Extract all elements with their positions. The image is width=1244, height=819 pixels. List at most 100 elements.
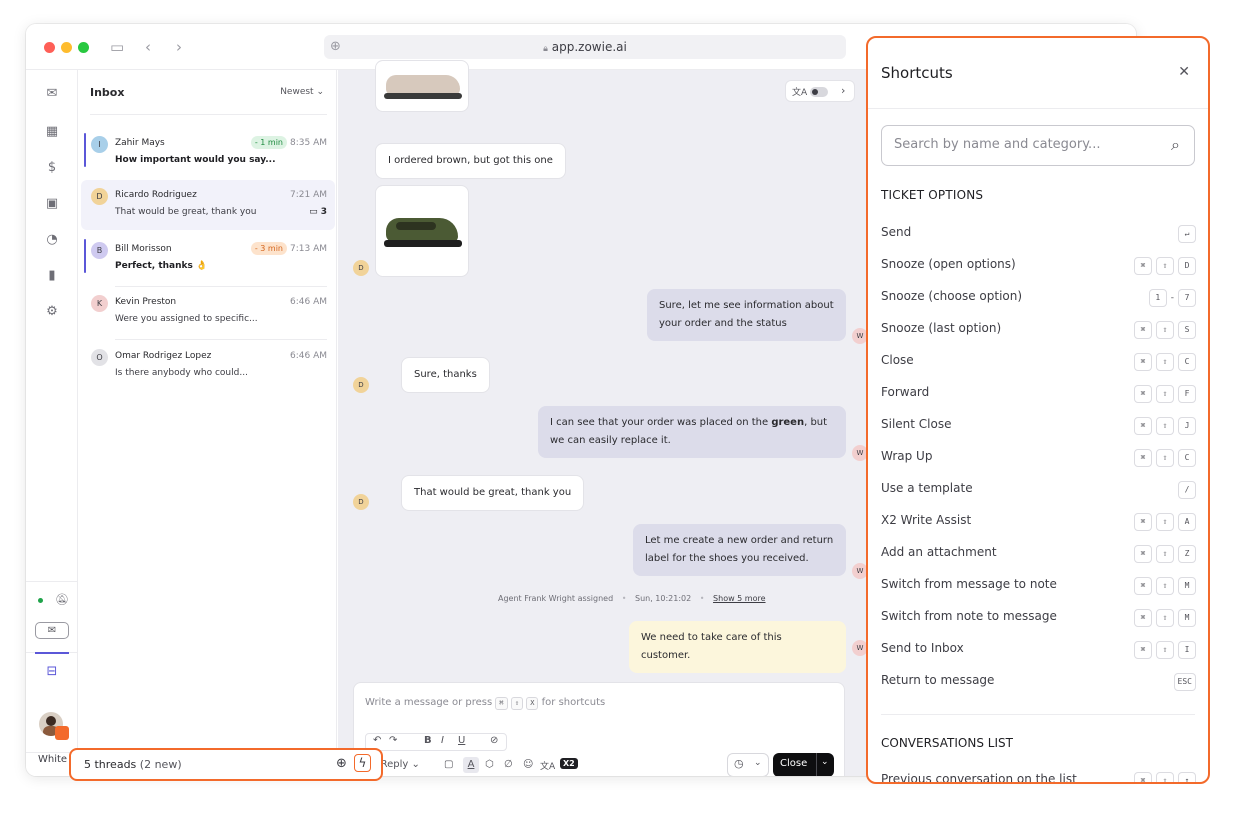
bold-icon[interactable]: B (424, 735, 432, 746)
threads-count: 5 threads (2 new) (84, 758, 182, 771)
close-ticket-button[interactable]: Close ⌄ (773, 753, 834, 776)
thread-item[interactable]: O Omar Rodrigez Lopez 6:46 AM Is there a… (81, 341, 335, 391)
underline-icon[interactable]: U (458, 735, 465, 746)
thread-avatar: B (91, 242, 108, 259)
attachment-icon[interactable]: ∅ (504, 759, 513, 770)
key: ⌘ (1134, 772, 1152, 782)
shoe-sole-shape (384, 240, 462, 247)
product-image[interactable] (375, 185, 469, 277)
sort-label: Newest (280, 87, 314, 97)
settings-icon[interactable]: ⚙ (42, 302, 62, 322)
shortcut-label: Send (881, 225, 912, 239)
unread-indicator (84, 239, 86, 273)
close-label: Close (780, 758, 808, 769)
header-divider (868, 108, 1208, 109)
dashboard-icon[interactable]: ▦ (42, 122, 62, 142)
shortcut-row: Snooze (last option) ⌘ ⇧ S (881, 321, 1196, 341)
x2-assist-button[interactable]: X2 (560, 758, 578, 769)
thread-item[interactable]: I Zahir Mays - 1 min 8:35 AM How importa… (81, 128, 335, 178)
shortcut-label: Close (881, 353, 914, 367)
note-icon[interactable]: ▢ (444, 759, 453, 770)
italic-icon[interactable]: I (441, 735, 444, 746)
shortcut-row: Add an attachment ⌘ ⇧ Z (881, 545, 1196, 565)
minimize-window-dot[interactable] (61, 42, 72, 53)
system-event: Agent Frank Wright assigned • Sun, 10:21… (498, 594, 766, 603)
key: ⌘ (1134, 609, 1152, 627)
clock-icon: ◷ (734, 757, 744, 770)
sort-dropdown[interactable]: Newest ⌄ (280, 87, 324, 97)
close-window-dot[interactable] (44, 42, 55, 53)
back-icon[interactable]: ‹ (145, 38, 151, 56)
contacts-icon[interactable]: ▣ (42, 194, 62, 214)
workspace-label[interactable]: White (38, 754, 67, 765)
key: ⇧ (1156, 449, 1174, 467)
thread-item[interactable]: B Bill Morisson - 3 min 7:13 AM Perfect,… (81, 234, 335, 287)
composer-placeholder[interactable]: Write a message or press ⌘ ⇧ X for short… (365, 697, 605, 710)
chevron-right-icon[interactable]: › (841, 84, 845, 97)
speedometer-icon[interactable]: ◔ (42, 230, 62, 250)
key: ⌘ (1134, 257, 1152, 275)
thread-item[interactable]: K Kevin Preston 6:46 AM Were you assigne… (81, 287, 335, 340)
translate-icon[interactable]: 文A (540, 759, 555, 772)
translate-toggle[interactable]: 文A › (785, 80, 855, 102)
x-key: X (526, 697, 539, 710)
shortcut-label: Forward (881, 385, 930, 399)
product-icon[interactable]: ⬡ (485, 759, 494, 770)
mail-status-icon[interactable]: ✉ (35, 622, 69, 639)
snooze-button[interactable]: ◷ ⌄ (727, 753, 769, 776)
shortcuts-panel: Shortcuts ✕ Search by name and category.… (866, 36, 1210, 784)
undo-icon[interactable]: ↶ (373, 735, 381, 746)
analytics-icon[interactable]: ▮ (42, 266, 62, 286)
text-color-icon[interactable]: A (463, 757, 479, 773)
forward-icon[interactable]: › (176, 38, 182, 56)
agent-message-emphasis: green (771, 417, 805, 428)
close-icon[interactable]: ✕ (1178, 64, 1190, 80)
inbox-active-indicator (35, 652, 69, 654)
shortcut-search-input[interactable]: Search by name and category... ⌕ (881, 125, 1195, 166)
enter-key: ↵ (1178, 225, 1196, 243)
message-composer[interactable]: Write a message or press ⌘ ⇧ X for short… (353, 682, 845, 776)
key: ⌘ (1134, 417, 1152, 435)
thread-time: 6:46 AM (290, 351, 327, 361)
show-more-link[interactable]: Show 5 more (713, 594, 765, 603)
key: I (1178, 641, 1196, 659)
sidebar-toggle-icon[interactable]: ▭ (110, 38, 124, 56)
shortcuts-lightning-icon[interactable]: ϟ (354, 754, 371, 772)
chevron-down-icon[interactable]: ⌄ (821, 757, 829, 767)
rail-divider (26, 581, 78, 582)
redo-icon[interactable]: ↷ (389, 735, 397, 746)
shortcut-label: Switch from note to message (881, 609, 1057, 623)
key: ⌘ (1134, 545, 1152, 563)
reply-label: Reply (380, 759, 409, 770)
notifications-off-icon[interactable]: 🔕︎ (52, 590, 72, 610)
shortcut-keys: / (1174, 481, 1196, 499)
address-bar[interactable]: ⊕ 🔒︎ app.zowie.ai (324, 35, 846, 59)
link-icon[interactable]: ⊘ (490, 735, 498, 746)
online-status-dot (38, 598, 43, 603)
mail-icon[interactable]: ✉ (42, 84, 62, 104)
agent-message: Sure, let me see information about your … (647, 289, 846, 341)
site-info-icon[interactable]: ⊕ (330, 35, 341, 59)
billing-icon[interactable]: $ (42, 158, 62, 178)
search-placeholder: Search by name and category... (894, 137, 1101, 152)
thread-avatar: D (91, 188, 108, 205)
key-range-dash: - (1170, 293, 1174, 303)
message-count: ▭ 3 (309, 207, 327, 217)
emoji-icon[interactable]: ☺ (523, 759, 533, 770)
avatar-head (46, 716, 56, 726)
shortcut-keys: ⌘ ⇧ M (1130, 577, 1196, 595)
thread-item[interactable]: D Ricardo Rodriguez 7:21 AM That would b… (81, 180, 335, 230)
maximize-window-dot[interactable] (78, 42, 89, 53)
key: A (1178, 513, 1196, 531)
help-icon[interactable]: ⊕ (336, 756, 347, 771)
inbox-panel: Inbox Newest ⌄ I Zahir Mays - 1 min 8:35… (79, 70, 337, 776)
key: 7 (1178, 289, 1196, 307)
translate-icon: 文A (792, 88, 808, 98)
shortcut-keys: ↵ (1174, 225, 1196, 243)
shortcut-keys: ⌘ ⇧ J (1130, 417, 1196, 435)
product-image[interactable] (375, 60, 469, 112)
separator-dot: • (699, 594, 705, 603)
inbox-icon[interactable]: ⊟ (42, 662, 62, 682)
thread-preview: That would be great, thank you (115, 207, 257, 217)
search-icon[interactable]: ⌕ (1171, 135, 1180, 155)
